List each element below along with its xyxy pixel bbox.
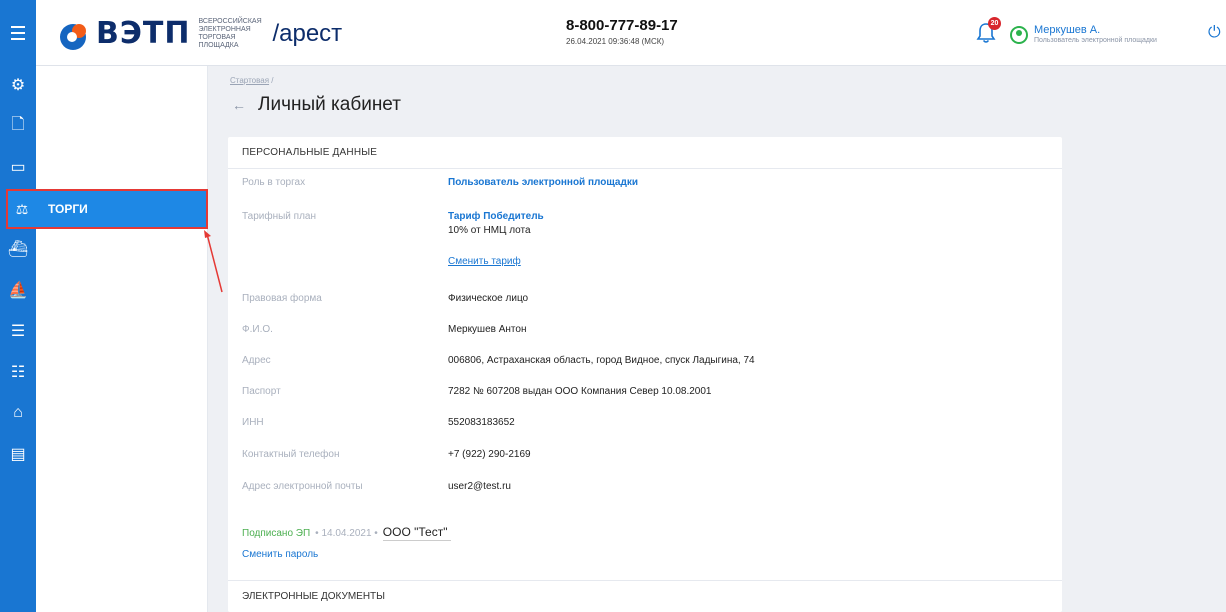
email-row: Адрес электронной почты user2@test.ru	[228, 481, 1062, 501]
passport-label: Паспорт	[242, 386, 281, 397]
phone-value: +7 (922) 290-2169	[448, 449, 531, 460]
list-icon[interactable]: ☰	[0, 316, 36, 346]
signed-org: ООО "Тест"	[382, 525, 452, 541]
address-row: Адрес 006806, Астраханская область, горо…	[228, 355, 1062, 375]
sidebar-item-label: ТОРГИ	[48, 202, 88, 216]
page-title: Личный кабинет	[258, 94, 401, 115]
page-header: ← Личный кабинет	[232, 94, 401, 116]
ship-icon[interactable]: ⛴	[0, 234, 36, 264]
address-label: Адрес	[242, 355, 271, 366]
tariff-name: Тариф Победитель	[448, 211, 544, 222]
auction-icon: ⚖	[15, 200, 29, 217]
change-tariff-link[interactable]: Сменить тариф	[448, 256, 521, 267]
logo-mark-icon	[60, 20, 88, 50]
email-label: Адрес электронной почты	[242, 481, 363, 492]
breadcrumb: Стартовая /	[230, 76, 274, 85]
breadcrumb-separator: /	[271, 76, 274, 85]
passport-row: Паспорт 7282 № 607208 выдан ООО Компания…	[228, 386, 1062, 406]
inn-value: 552083183652	[448, 417, 515, 428]
role-label: Роль в торгах	[242, 177, 306, 188]
user-menu[interactable]: Меркушев А. Пользователь электронной пло…	[1010, 24, 1157, 45]
document-icon[interactable]: 🗋	[0, 111, 36, 141]
fio-label: Ф.И.О.	[242, 324, 273, 335]
user-role: Пользователь электронной площадки	[1034, 37, 1157, 44]
legal-form-value: Физическое лицо	[448, 293, 529, 304]
user-name: Меркушев А.	[1034, 24, 1101, 36]
home-icon[interactable]: ⌂	[0, 398, 36, 428]
contacts-icon[interactable]: ▤	[0, 439, 36, 469]
address-value: 006806, Астраханская область, город Видн…	[448, 355, 755, 366]
hotline-phone[interactable]: 8-800-777-89-17	[566, 17, 678, 34]
legal-form-label: Правовая форма	[242, 293, 322, 304]
passport-value: 7282 № 607208 выдан ООО Компания Север 1…	[448, 386, 712, 397]
personal-data-heading: ПЕРСОНАЛЬНЫЕ ДАННЫЕ	[228, 137, 1062, 169]
role-row: Роль в торгах Пользователь электронной п…	[228, 177, 1062, 197]
logo-subtitle: ВСЕРОССИЙСКАЯ ЭЛЕКТРОННАЯ ТОРГОВАЯ ПЛОЩА…	[198, 18, 262, 49]
hamburger-icon	[11, 24, 25, 42]
card-icon[interactable]: ▭	[0, 152, 36, 182]
fio-value: Меркушев Антон	[448, 324, 527, 335]
inn-row: ИНН 552083183652	[228, 417, 1062, 437]
signed-date: • 14.04.2021 •	[315, 527, 378, 539]
role-value: Пользователь электронной площадки	[448, 177, 638, 188]
ship-outline-icon[interactable]: ⛵	[0, 275, 36, 305]
tariff-description: 10% от НМЦ лота	[448, 225, 531, 236]
signature-status: Подписано ЭП • 14.04.2021 • ООО "Тест"	[242, 525, 452, 541]
inn-label: ИНН	[242, 417, 264, 428]
legal-form-row: Правовая форма Физическое лицо	[228, 293, 1062, 313]
menu-button[interactable]	[0, 0, 36, 66]
gear-icon[interactable]: ⚙	[0, 70, 36, 100]
sidebar-panel	[36, 66, 208, 612]
sidebar-item-torgi[interactable]: ⚖ ТОРГИ	[6, 189, 208, 229]
change-password-link[interactable]: Сменить пароль	[242, 549, 318, 560]
server-datetime: 26.04.2021 09:36:48 (МСК)	[566, 37, 665, 46]
email-value: user2@test.ru	[448, 481, 511, 492]
contact-block: 8-800-777-89-17 26.04.2021 09:36:48 (МСК…	[566, 17, 678, 46]
back-arrow-icon[interactable]: ←	[232, 97, 246, 113]
fio-row: Ф.И.О. Меркушев Антон	[228, 324, 1062, 344]
tariff-row: Тарифный план Тариф Победитель 10% от НМ…	[228, 211, 1062, 271]
phone-row: Контактный телефон +7 (922) 290-2169	[228, 449, 1062, 469]
top-header: ВЭТП ВСЕРОССИЙСКАЯ ЭЛЕКТРОННАЯ ТОРГОВАЯ …	[0, 0, 1226, 66]
logo-text: ВЭТП	[96, 16, 191, 51]
profile-card: ПЕРСОНАЛЬНЫЕ ДАННЫЕ Роль в торгах Пользо…	[228, 137, 1062, 612]
tree-icon[interactable]: ☷	[0, 357, 36, 387]
annotation-arrow	[204, 230, 223, 293]
sidebar-rail: ⚙ 🗋 ▭ ⚖ ⛴ ⛵ ☰ ☷ ⌂ ▤	[0, 66, 36, 612]
phone-label: Контактный телефон	[242, 449, 340, 460]
user-avatar-icon	[1010, 25, 1028, 44]
breadcrumb-home-link[interactable]: Стартовая	[230, 76, 269, 85]
documents-heading[interactable]: ЭЛЕКТРОННЫЕ ДОКУМЕНТЫ	[228, 580, 1062, 612]
signed-label: Подписано ЭП	[242, 527, 311, 539]
logout-power-icon[interactable]: ⏻	[1208, 24, 1221, 42]
notifications-badge: 20	[988, 17, 1001, 30]
site-logo[interactable]: ВЭТП ВСЕРОССИЙСКАЯ ЭЛЕКТРОННАЯ ТОРГОВАЯ …	[60, 18, 342, 50]
tariff-label: Тарифный план	[242, 211, 317, 222]
section-slug: /арест	[272, 20, 343, 47]
